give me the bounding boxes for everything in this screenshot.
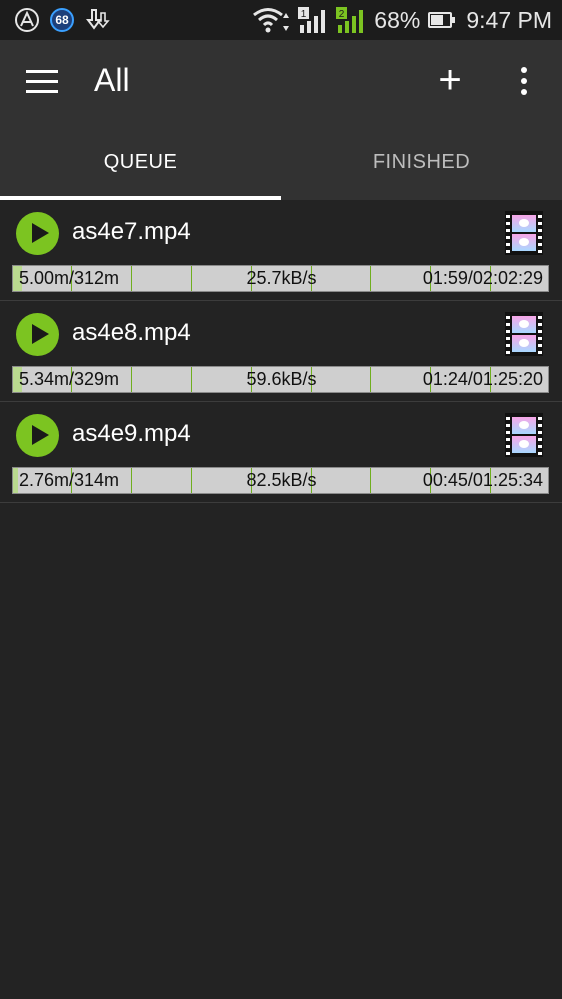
- signal-sim2-icon: 2: [336, 7, 364, 33]
- wifi-icon: [253, 8, 290, 33]
- download-list: as4e7.mp4 5.00m/312m 25.7kB/s 01:59/02:0…: [0, 200, 562, 503]
- elapsed-remaining-time: 00:45/01:25:34: [422, 470, 543, 490]
- file-name: as4e9.mp4: [72, 420, 191, 447]
- page-title: All: [94, 62, 130, 98]
- avast-icon: [15, 8, 39, 32]
- video-file-icon: [505, 211, 543, 255]
- play-icon[interactable]: [16, 212, 59, 255]
- tab-queue[interactable]: QUEUE: [0, 124, 281, 200]
- status-bar: 68 1 2 68% 9:47 PM: [0, 0, 562, 40]
- elapsed-remaining-time: 01:59/02:02:29: [422, 268, 543, 288]
- add-download-button[interactable]: +: [434, 60, 466, 100]
- battery-icon: [428, 12, 456, 28]
- menu-button[interactable]: [26, 68, 60, 96]
- more-vert-icon: [521, 67, 527, 73]
- play-icon[interactable]: [16, 414, 59, 457]
- tab-bar: QUEUE FINISHED: [0, 124, 562, 200]
- progress-bar: 5.00m/312m 25.7kB/s 01:59/02:02:29: [12, 265, 549, 292]
- svg-text:2: 2: [339, 9, 345, 20]
- download-item[interactable]: as4e9.mp4 2.76m/314m 82.5kB/s 00:45/01:2…: [0, 402, 562, 503]
- video-file-icon: [505, 413, 543, 457]
- battery-percent: 68%: [374, 6, 421, 33]
- elapsed-remaining-time: 01:24/01:25:20: [422, 369, 543, 389]
- tab-finished[interactable]: FINISHED: [281, 124, 562, 200]
- progress-bar: 5.34m/329m 59.6kB/s 01:24/01:25:20: [12, 366, 549, 393]
- menu-icon: [26, 70, 58, 73]
- more-options-button[interactable]: [512, 67, 536, 97]
- clock: 9:47 PM: [466, 6, 552, 33]
- svg-text:1: 1: [301, 9, 307, 20]
- file-name: as4e8.mp4: [72, 319, 191, 346]
- video-file-icon: [505, 312, 543, 356]
- signal-sim1-icon: 1: [298, 7, 326, 33]
- download-item[interactable]: as4e7.mp4 5.00m/312m 25.7kB/s 01:59/02:0…: [0, 200, 562, 301]
- notification-badge-icon: 68: [50, 8, 74, 32]
- progress-bar: 2.76m/314m 82.5kB/s 00:45/01:25:34: [12, 467, 549, 494]
- app-bar: All +: [0, 40, 562, 124]
- download-item[interactable]: as4e8.mp4 5.34m/329m 59.6kB/s 01:24/01:2…: [0, 301, 562, 402]
- play-icon[interactable]: [16, 313, 59, 356]
- file-name: as4e7.mp4: [72, 218, 191, 245]
- download-icon: [86, 9, 110, 30]
